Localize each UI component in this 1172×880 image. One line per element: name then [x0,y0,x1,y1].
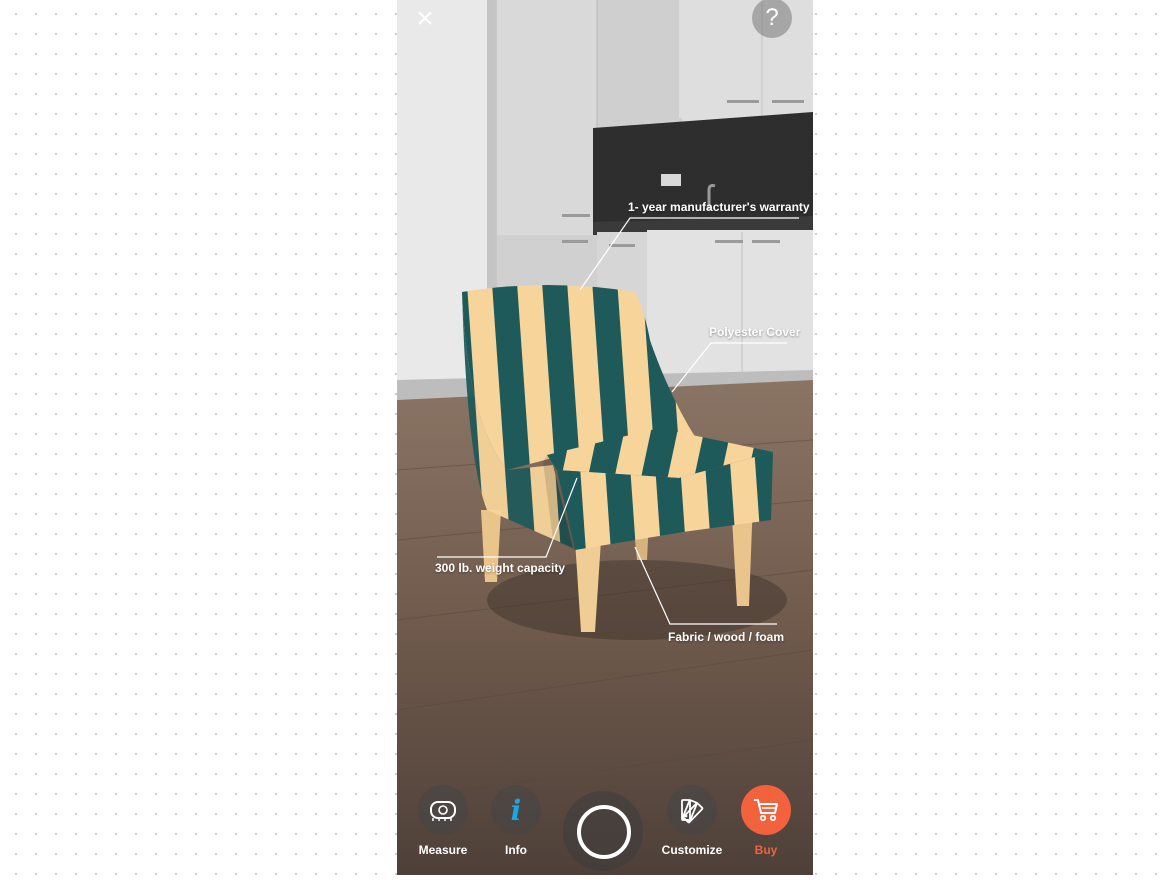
close-button[interactable]: × [411,4,439,34]
tape-measure-icon [430,801,456,821]
callout-cover: Polyester Cover [709,325,801,339]
buy-label: Buy [754,843,778,857]
customize-button[interactable]: Customize [654,785,730,857]
callout-warranty: 1- year manufacturer's warranty [628,200,810,214]
info-button[interactable]: i Info [478,785,554,857]
cart-icon [754,799,778,822]
callout-weight: 300 lb. weight capacity [435,561,566,575]
buy-button[interactable]: Buy [728,785,804,857]
info-label: Info [505,843,527,857]
help-label: ? [765,4,779,31]
bottom-toolbar: Measure i Info Customize Buy [397,765,813,875]
ar-viewer-screen: × ? 1- year manufacturer's warranty Poly… [397,0,813,875]
measure-button[interactable]: Measure [405,785,481,857]
callout-materials: Fabric / wood / foam [668,630,785,644]
close-x-icon: × [416,2,434,35]
ar-camera-view [397,0,813,875]
measure-label: Measure [418,843,468,857]
customize-label: Customize [661,843,723,857]
info-icon: i [510,793,522,827]
shutter-icon [577,805,631,859]
swatch-fan-icon [681,799,704,824]
capture-button[interactable] [563,791,643,871]
